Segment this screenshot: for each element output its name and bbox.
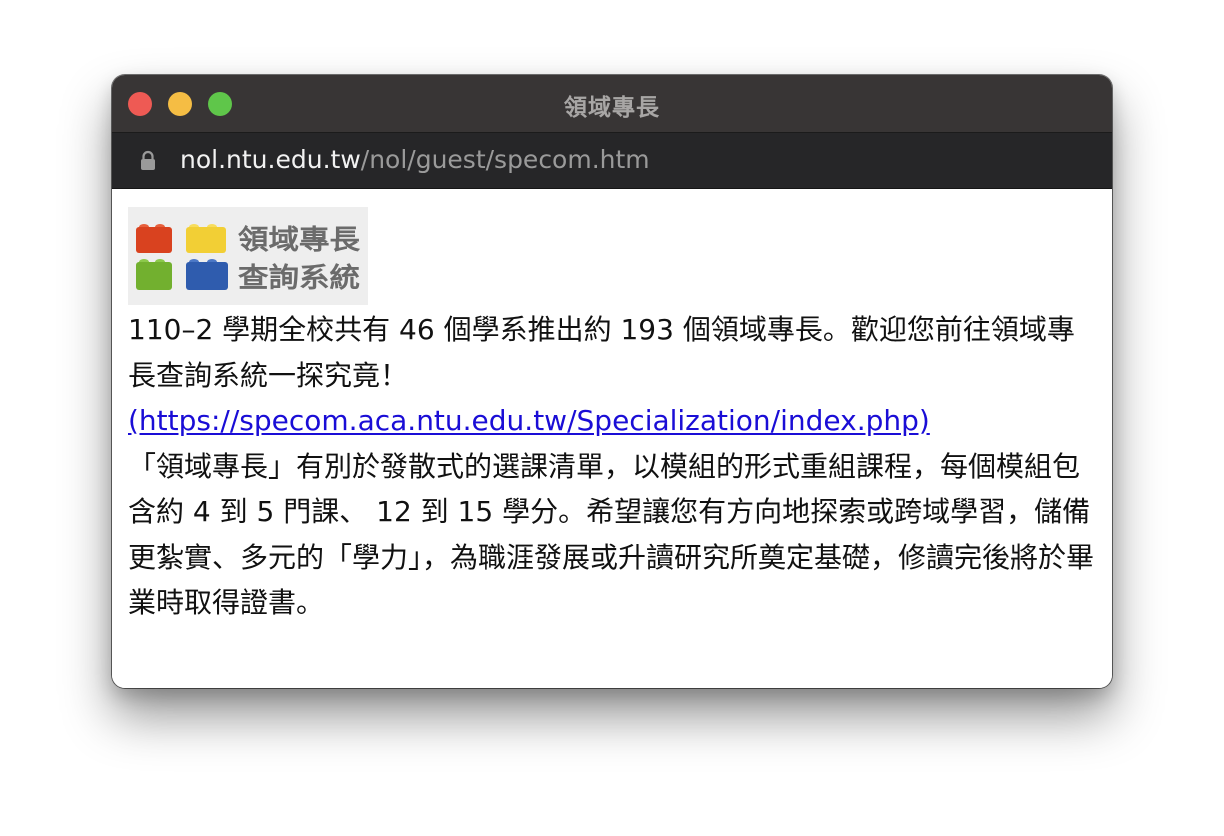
url-path: /nol/guest/specom.htm	[360, 145, 650, 174]
url-text[interactable]: nol.ntu.edu.tw/nol/guest/specom.htm	[180, 145, 650, 174]
logo-line-2: 查詢系統	[238, 262, 360, 294]
description-paragraph: 「領域專長」有別於發散式的選課清單，以模組的形式重組課程，每個模組包含約 4 到…	[128, 449, 1095, 620]
lock-icon	[141, 150, 155, 170]
url-host: nol.ntu.edu.tw	[180, 145, 361, 174]
address-bar[interactable]: nol.ntu.edu.tw/nol/guest/specom.htm	[112, 133, 1112, 189]
window-title: 領域專長	[564, 95, 660, 121]
title-bar: 領域專長	[112, 75, 1112, 133]
page-content: 領域專長 查詢系統 110–2 學期全校共有 46 個學系推出約 193 個領域…	[112, 189, 1112, 688]
article-text: 110–2 學期全校共有 46 個學系推出約 193 個領域專長。歡迎您前往領域…	[128, 307, 1096, 626]
specialization-link[interactable]: (https://specom.aca.ntu.edu.tw/Specializ…	[128, 404, 930, 437]
logo-line-1: 領域專長	[238, 224, 361, 256]
specialization-logo: 領域專長 查詢系統	[128, 207, 368, 305]
intro-paragraph: 110–2 學期全校共有 46 個學系推出約 193 個領域專長。歡迎您前往領域…	[128, 313, 1075, 392]
browser-window: 領域專長 nol.ntu.edu.tw/nol/guest/specom.htm	[112, 75, 1112, 688]
